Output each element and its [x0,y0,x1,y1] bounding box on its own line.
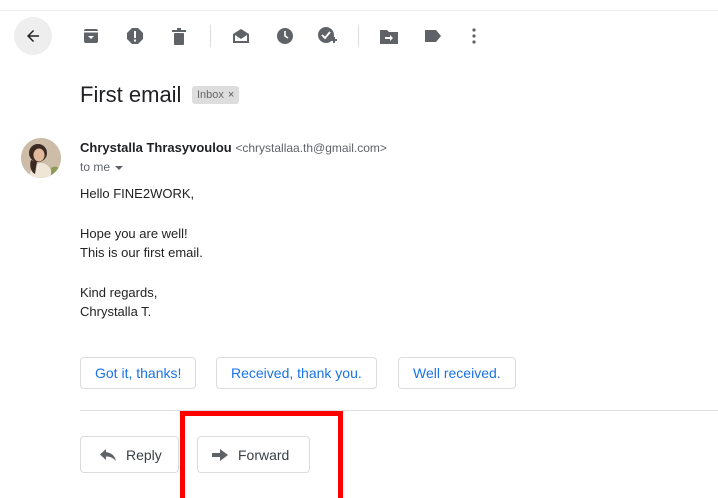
highlight-annotation [180,411,343,498]
email-subject: First email [80,82,182,107]
body-line: Chrystalla T. [80,304,152,319]
sender-avatar[interactable] [21,138,61,178]
reply-button[interactable]: Reply [80,436,179,473]
sender-name[interactable]: Chrystalla Thrasyvoulou [80,140,232,155]
smart-reply-button[interactable]: Got it, thanks! [80,357,197,389]
smart-reply-button[interactable]: Well received. [398,357,516,389]
body-line: This is our first email. [80,245,203,260]
reply-icon [100,448,116,461]
archive-button[interactable] [80,25,102,47]
snooze-button[interactable] [274,25,296,47]
sender-email: <chrystallaa.th@gmail.com> [235,141,387,155]
reply-label: Reply [126,446,162,463]
more-options-button[interactable] [463,25,485,47]
archive-icon [84,29,98,43]
toolbar-separator [358,25,359,47]
move-to-button[interactable] [378,25,400,47]
remove-label-icon[interactable]: × [228,89,234,101]
back-button[interactable] [14,17,52,55]
body-line: Hello FINE2WORK, [80,186,195,201]
more-vert-icon [472,28,476,44]
report-spam-button[interactable] [124,25,146,47]
mark-unread-icon [233,29,249,43]
inbox-label-chip[interactable]: Inbox × [192,86,240,104]
clock-icon [277,28,293,44]
body-line: Hope you are well! [80,226,188,241]
label-chip-text: Inbox [197,89,224,101]
recipient-details[interactable]: to me [80,160,124,174]
labels-button[interactable] [422,25,444,47]
chevron-down-icon[interactable] [115,165,124,170]
content-divider [80,410,718,411]
delete-button[interactable] [168,25,190,47]
avatar-photo [21,138,61,178]
arrow-left-icon [27,30,39,42]
mark-unread-button[interactable] [230,25,252,47]
recipient-text: to me [80,160,111,174]
toolbar [0,0,718,70]
move-to-icon [380,30,398,44]
label-icon [425,30,441,42]
add-task-button[interactable] [316,25,338,47]
smart-reply-button[interactable]: Received, thank you. [216,357,377,389]
add-task-icon [318,27,337,43]
trash-icon [172,27,186,45]
body-line: Kind regards, [80,285,158,300]
toolbar-separator [210,25,211,47]
report-spam-icon [127,28,143,44]
sender-line: Chrystalla Thrasyvoulou <chrystallaa.th@… [80,140,387,155]
